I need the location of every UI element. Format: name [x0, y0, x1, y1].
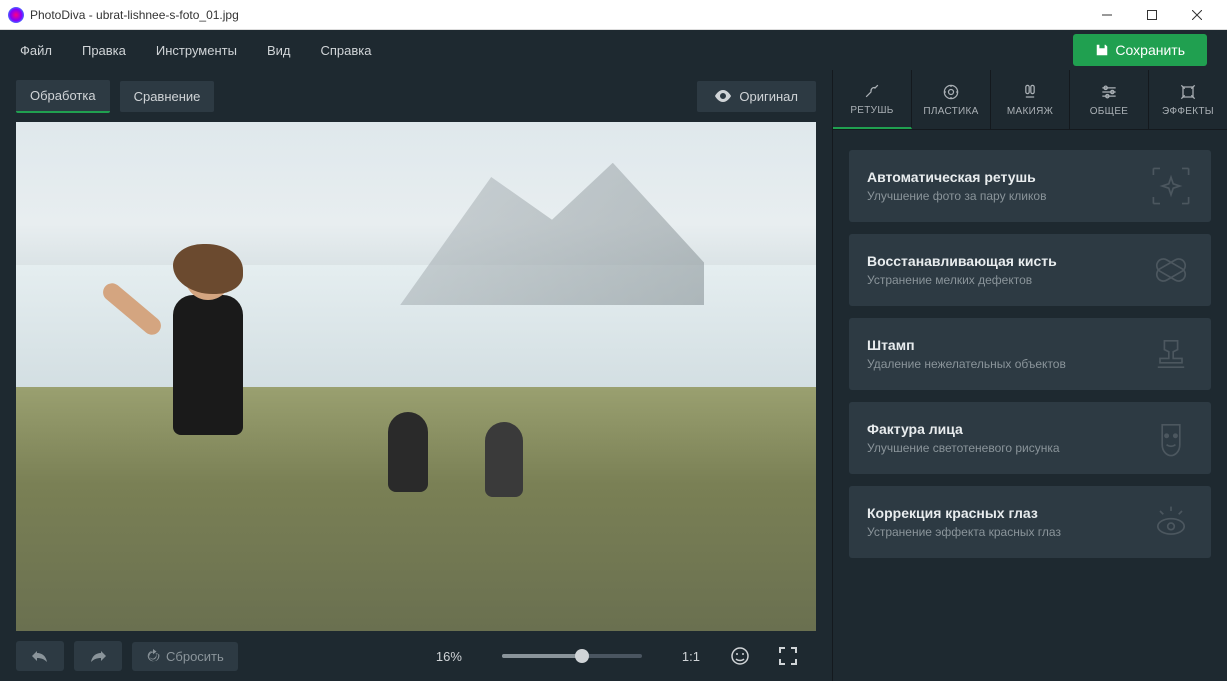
tooltab-effects[interactable]: ЭФФЕКТЫ — [1149, 70, 1227, 129]
save-button[interactable]: Сохранить — [1073, 34, 1207, 66]
window-title: PhotoDiva - ubrat-lishnee-s-foto_01.jpg — [30, 8, 1084, 22]
minimize-button[interactable] — [1084, 1, 1129, 29]
tooltab-general[interactable]: ОБЩЕЕ — [1070, 70, 1149, 129]
card-texture-desc: Улучшение светотеневого рисунка — [867, 441, 1149, 455]
photo-canvas[interactable] — [16, 122, 816, 631]
sparkle-icon — [1149, 164, 1193, 208]
card-healing-brush[interactable]: Восстанавливающая кисть Устранение мелки… — [849, 234, 1211, 306]
save-icon — [1095, 43, 1109, 57]
tooltab-liquify[interactable]: ПЛАСТИКА — [912, 70, 991, 129]
effects-icon — [1177, 82, 1199, 102]
face-mask-icon — [1149, 416, 1193, 460]
card-heal-desc: Устранение мелких дефектов — [867, 273, 1149, 287]
reset-label: Сбросить — [166, 649, 224, 664]
card-texture-title: Фактура лица — [867, 421, 1149, 437]
liquify-icon — [940, 82, 962, 102]
undo-button[interactable] — [16, 641, 64, 671]
eye-rays-icon — [1149, 500, 1193, 544]
card-heal-title: Восстанавливающая кисть — [867, 253, 1149, 269]
fullscreen-icon[interactable] — [778, 646, 798, 666]
refresh-icon — [146, 649, 160, 663]
card-redeye-desc: Устранение эффекта красных глаз — [867, 525, 1149, 539]
original-label: Оригинал — [739, 89, 798, 104]
card-redeye-title: Коррекция красных глаз — [867, 505, 1149, 521]
menu-edit[interactable]: Правка — [82, 43, 126, 58]
ratio-button[interactable]: 1:1 — [682, 649, 700, 664]
sliders-icon — [1098, 82, 1120, 102]
tooltab-liquify-label: ПЛАСТИКА — [923, 106, 978, 117]
original-button[interactable]: Оригинал — [697, 81, 816, 112]
makeup-icon — [1019, 82, 1041, 102]
tooltab-retouch-label: РЕТУШЬ — [850, 105, 893, 116]
close-button[interactable] — [1174, 1, 1219, 29]
tooltab-effects-label: ЭФФЕКТЫ — [1162, 106, 1214, 117]
card-auto-retouch[interactable]: Автоматическая ретушь Улучшение фото за … — [849, 150, 1211, 222]
face-detect-icon[interactable] — [730, 646, 750, 666]
card-stamp-desc: Удаление нежелательных объектов — [867, 357, 1149, 371]
card-auto-desc: Улучшение фото за пару кликов — [867, 189, 1149, 203]
maximize-button[interactable] — [1129, 1, 1174, 29]
card-stamp-title: Штамп — [867, 337, 1149, 353]
app-logo — [8, 7, 24, 23]
zoom-slider[interactable] — [502, 654, 642, 658]
reset-button[interactable]: Сбросить — [132, 642, 238, 671]
retouch-icon — [861, 81, 883, 101]
card-auto-title: Автоматическая ретушь — [867, 169, 1149, 185]
card-face-texture[interactable]: Фактура лица Улучшение светотеневого рис… — [849, 402, 1211, 474]
photo-image — [16, 122, 816, 631]
redo-button[interactable] — [74, 641, 122, 671]
menu-view[interactable]: Вид — [267, 43, 291, 58]
tab-process[interactable]: Обработка — [16, 80, 110, 113]
menu-file[interactable]: Файл — [20, 43, 52, 58]
card-stamp[interactable]: Штамп Удаление нежелательных объектов — [849, 318, 1211, 390]
menu-tools[interactable]: Инструменты — [156, 43, 237, 58]
tooltab-makeup-label: МАКИЯЖ — [1007, 106, 1053, 117]
zoom-value: 16% — [436, 649, 462, 664]
tooltab-retouch[interactable]: РЕТУШЬ — [833, 70, 912, 129]
menu-help[interactable]: Справка — [320, 43, 371, 58]
tab-compare[interactable]: Сравнение — [120, 81, 215, 112]
tooltab-makeup[interactable]: МАКИЯЖ — [991, 70, 1070, 129]
tooltab-general-label: ОБЩЕЕ — [1090, 106, 1129, 117]
stamp-icon — [1149, 332, 1193, 376]
eye-icon — [715, 90, 731, 102]
card-red-eye[interactable]: Коррекция красных глаз Устранение эффект… — [849, 486, 1211, 558]
save-label: Сохранить — [1115, 42, 1185, 58]
bandage-icon — [1149, 248, 1193, 292]
